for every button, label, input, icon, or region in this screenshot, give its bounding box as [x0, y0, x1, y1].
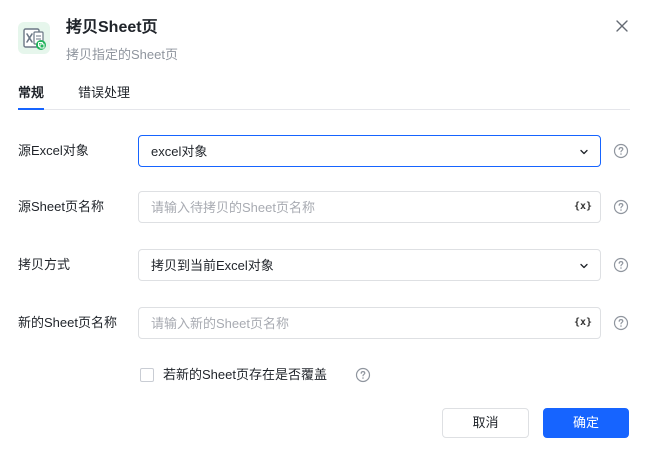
confirm-button[interactable]: 确定 [543, 408, 629, 438]
source-sheet-label: 源Sheet页名称 [18, 199, 104, 214]
copy-sheet-dialog: 拷贝Sheet页 拷贝指定的Sheet页 常规 错误处理 源Excel对象 ex… [0, 0, 648, 457]
variable-icon[interactable]: {x} [574, 200, 592, 214]
form-row-source-excel: 源Excel对象 excel对象 [0, 135, 648, 167]
source-excel-value: excel对象 [151, 144, 208, 159]
dialog-title: 拷贝Sheet页 [66, 19, 158, 36]
copy-mode-value: 拷贝到当前Excel对象 [151, 258, 274, 273]
new-sheet-label: 新的Sheet页名称 [18, 315, 117, 330]
form-row-source-sheet: 源Sheet页名称 请输入待拷贝的Sheet页名称 {x} [0, 191, 648, 223]
help-icon[interactable] [613, 257, 629, 273]
new-sheet-placeholder: 请输入新的Sheet页名称 [151, 316, 289, 331]
copy-mode-label: 拷贝方式 [18, 257, 71, 272]
form-row-copy-mode: 拷贝方式 拷贝到当前Excel对象 [0, 249, 648, 281]
help-icon[interactable] [613, 143, 629, 159]
source-sheet-placeholder: 请输入待拷贝的Sheet页名称 [151, 200, 315, 215]
tab-error-handling[interactable]: 错误处理 [78, 84, 130, 102]
help-icon[interactable] [613, 199, 629, 215]
chevron-down-icon [580, 263, 588, 269]
overwrite-checkbox[interactable] [140, 368, 154, 382]
cancel-button[interactable]: 取消 [442, 408, 529, 438]
tab-bar: 常规 错误处理 [18, 84, 630, 110]
variable-icon[interactable]: {x} [574, 316, 592, 330]
chevron-down-icon [580, 149, 588, 155]
tab-general[interactable]: 常规 [18, 84, 45, 110]
source-excel-select[interactable]: excel对象 [138, 135, 601, 167]
new-sheet-input[interactable]: 请输入新的Sheet页名称 {x} [138, 307, 601, 339]
copy-mode-select[interactable]: 拷贝到当前Excel对象 [138, 249, 601, 281]
help-icon[interactable] [613, 315, 629, 331]
dialog-subtitle: 拷贝指定的Sheet页 [66, 47, 178, 62]
source-sheet-input[interactable]: 请输入待拷贝的Sheet页名称 {x} [138, 191, 601, 223]
form-row-new-sheet: 新的Sheet页名称 请输入新的Sheet页名称 {x} [0, 307, 648, 339]
source-excel-label: 源Excel对象 [18, 143, 89, 158]
help-icon[interactable] [355, 367, 371, 383]
excel-sheet-copy-icon [18, 22, 50, 54]
close-icon[interactable] [612, 16, 632, 36]
overwrite-label[interactable]: 若新的Sheet页存在是否覆盖 [163, 366, 327, 384]
